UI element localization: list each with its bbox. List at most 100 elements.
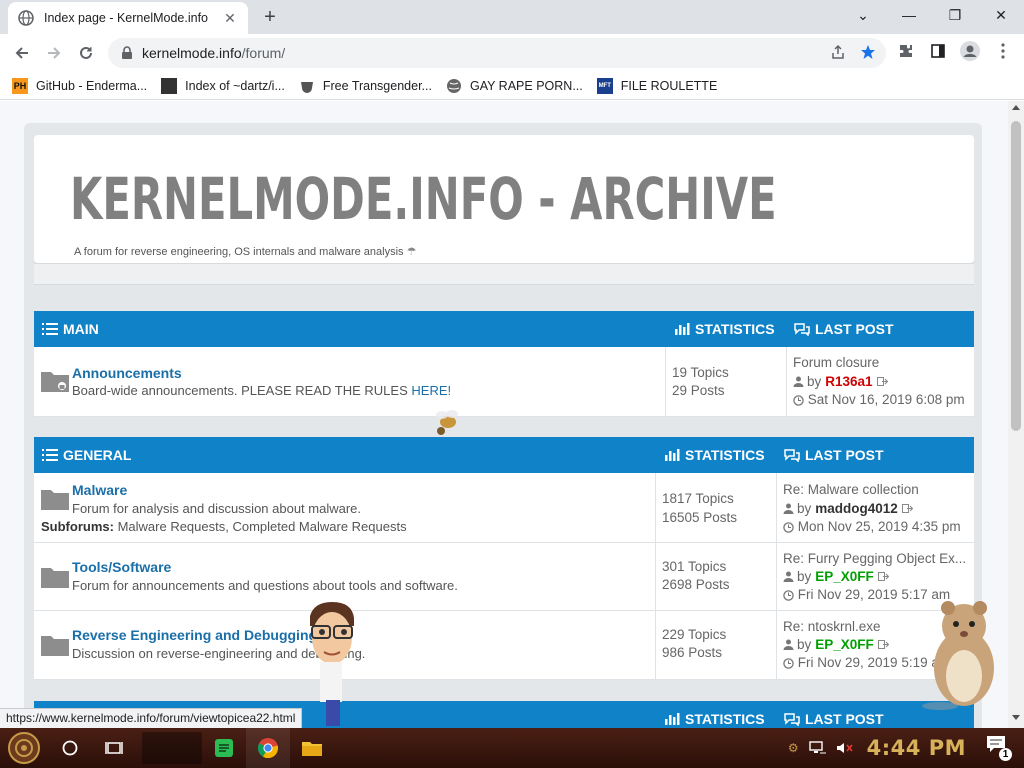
site-description: A forum for reverse engineering, OS inte… [74,245,417,258]
last-post-date-text: Sat Nov 16, 2019 6:08 pm [807,392,965,407]
task-view-button[interactable] [92,728,136,768]
url-host: kernelmode.info [142,45,242,61]
tab-active[interactable]: Index page - KernelMode.info ✕ [8,2,248,34]
last-post-label: LAST POST [805,711,884,727]
clock-icon [783,590,794,601]
forum-row: Malware Forum for analysis and discussio… [34,473,974,543]
forum-link-announcements[interactable]: Announcements [72,365,182,381]
close-icon[interactable]: ✕ [222,10,238,26]
category-header: MAIN STATISTICS LAST POST [34,311,974,347]
bookmark-label: GitHub - Enderma... [36,78,148,93]
green-notes-icon [215,739,233,757]
system-tray: ⚙ 4:44 PM 1 [788,728,1024,768]
close-window-button[interactable]: ✕ [978,0,1024,30]
search-circle-icon [62,740,78,756]
taskbar-gap [142,732,202,764]
bookmark-0[interactable]: PH GitHub - Enderma... [12,77,148,94]
last-post-title[interactable]: Re: Malware collection [783,482,919,497]
notifications-button[interactable]: 1 [986,735,1012,761]
tab-title: Index page - KernelMode.info [44,11,208,25]
tab-search-icon[interactable]: ⌄ [840,0,886,30]
forum-last-post: Forum closure by R136a1 Sat Nov 16, 2019… [786,347,974,416]
url-path: /forum/ [241,45,286,61]
minimize-button[interactable]: — [886,0,932,30]
share-icon[interactable] [830,44,846,60]
taskbar-app-explorer[interactable] [290,728,334,768]
category-header: GENERAL STATISTICS LAST POST [34,437,974,473]
hamster-icon [922,601,994,710]
folder-icon [41,490,69,510]
subforums-links[interactable]: Malware Requests, Completed Malware Requ… [118,519,407,534]
bookmarks-bar: PH GitHub - Enderma... Index of ~dartz/i… [0,72,1024,100]
bookmark-4[interactable]: MFT FILE ROULETTE [596,77,717,94]
scrollbar-thumb[interactable] [1011,121,1021,431]
taskbar-clock[interactable]: 4:44 PM [867,736,966,760]
forum-link-malware[interactable]: Malware [72,482,127,498]
star-icon[interactable] [860,44,876,60]
forward-button[interactable] [38,37,70,69]
forum-link-tools-software[interactable]: Tools/Software [72,559,171,575]
address-bar[interactable]: kernelmode.info/forum/ [108,38,886,68]
last-post-author: by EP_X0FF [783,637,889,652]
forum-link-reverse-engineering[interactable]: Reverse Engineering and Debugging [72,627,317,643]
goto-post-icon[interactable] [876,376,888,387]
page-scrollbar[interactable] [1008,101,1024,728]
last-post-user[interactable]: EP_X0FF [815,569,874,584]
bookmark-ph-icon: PH [12,77,28,94]
last-post-user[interactable]: EP_X0FF [815,637,874,652]
bar-chart-icon [665,713,680,725]
scroll-down-icon[interactable] [1012,715,1020,720]
task-view-icon [105,742,123,754]
last-post-label: LAST POST [805,447,884,463]
browser-toolbar: kernelmode.info/forum/ [0,34,1024,72]
statistics-label: STATISTICS [695,321,775,337]
bookmark-1[interactable]: Index of ~dartz/i... [161,77,285,94]
goto-post-icon[interactable] [877,571,889,582]
site-description-text: A forum for reverse engineering, OS inte… [74,246,404,258]
network-icon[interactable] [808,740,827,756]
site-title[interactable]: KERNELMODE.INFO - ARCHIVE [70,165,777,233]
new-tab-button[interactable]: + [258,6,282,30]
last-post-label: LAST POST [815,321,894,337]
forum-stats: 19 Topics 29 Posts [665,347,786,416]
list-icon [42,449,58,461]
reload-button[interactable] [70,37,102,69]
category-title: MAIN [42,321,99,337]
topics-count: 19 Topics [672,365,729,380]
link-status-bubble: https://www.kernelmode.info/forum/viewto… [0,708,303,728]
side-panel-icon[interactable] [925,38,951,64]
restore-button[interactable]: ❐ [932,0,978,30]
comments-icon [794,323,810,336]
volume-muted-icon[interactable] [835,740,853,756]
tray-gear-icon[interactable]: ⚙ [788,741,799,755]
rules-link[interactable]: HERE! [411,383,451,398]
search-button[interactable] [48,728,92,768]
last-post-author: by maddog4012 [783,501,913,516]
forum-description: Forum for announcements and questions ab… [72,578,458,593]
start-button[interactable] [0,728,48,768]
extensions-icon[interactable] [893,38,919,64]
taskbar-app-notes[interactable] [202,728,246,768]
tab-strip: Index page - KernelMode.info ✕ + ⌄ — ❐ ✕ [0,0,1024,34]
last-post-title[interactable]: Re: ntoskrnl.exe [783,619,881,634]
last-post-user[interactable]: R136a1 [825,374,872,389]
taskbar-app-chrome[interactable] [246,728,290,768]
goto-post-icon[interactable] [901,503,913,514]
menu-icon[interactable] [990,38,1016,64]
bookmark-3[interactable]: GAY RAPE PORN... [446,78,583,94]
posts-count: 2698 Posts [662,577,730,592]
last-post-author: by R136a1 [793,374,888,389]
last-post-title[interactable]: Forum closure [793,355,879,370]
last-post-user[interactable]: maddog4012 [815,501,898,516]
topics-count: 1817 Topics [662,491,734,506]
profile-avatar[interactable] [957,38,983,64]
scroll-up-icon[interactable] [1012,105,1020,110]
back-button[interactable] [6,37,38,69]
goto-post-icon[interactable] [877,639,889,650]
comments-icon [784,713,800,726]
last-post-title[interactable]: Re: Furry Pegging Object Ex... [783,551,966,566]
category-main-link[interactable]: MAIN [63,321,99,337]
bookmark-2[interactable]: Free Transgender... [299,78,432,94]
bar-chart-icon [675,323,690,335]
category-general-link[interactable]: GENERAL [63,447,131,463]
